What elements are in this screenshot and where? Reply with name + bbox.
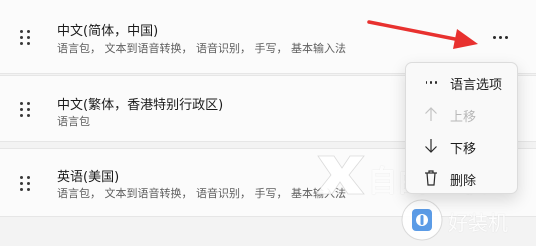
more-dots-icon bbox=[492, 35, 496, 39]
gamepad-logo-icon bbox=[401, 199, 443, 241]
language-context-menu: 语言选项 上移 下移 删除 bbox=[405, 62, 518, 194]
drag-handle-icon[interactable] bbox=[20, 102, 34, 118]
annotation-arrow-icon bbox=[367, 20, 478, 49]
menu-item-label: 删除 bbox=[450, 174, 477, 189]
arrow-down-icon bbox=[424, 138, 438, 154]
language-title: 中文(简体，中国) bbox=[57, 24, 159, 39]
watermark-text-secondary: 好装机 bbox=[448, 211, 508, 235]
language-features: 语言包， 文本到语音转换， 语音识别， 手写， 基本输入法 bbox=[57, 42, 346, 55]
menu-item-move-down[interactable]: 下移 bbox=[412, 131, 511, 161]
language-features: 语言包， 文本到语音转换， 语音识别， 手写， 基本输入法 bbox=[57, 187, 346, 200]
arrow-up-icon bbox=[424, 106, 438, 122]
menu-item-label: 上移 bbox=[450, 110, 477, 125]
more-options-button[interactable] bbox=[484, 23, 516, 51]
x-logo-icon bbox=[315, 155, 365, 195]
more-dots-icon bbox=[424, 74, 438, 90]
delete-icon bbox=[424, 170, 438, 186]
language-title: 英语(美国) bbox=[57, 170, 120, 185]
menu-item-delete[interactable]: 删除 bbox=[412, 163, 511, 193]
language-features: 语言包 bbox=[57, 115, 90, 128]
menu-item-label: 语言选项 bbox=[450, 78, 503, 93]
drag-handle-icon[interactable] bbox=[20, 30, 34, 46]
menu-item-language-options[interactable]: 语言选项 bbox=[412, 67, 511, 97]
watermark-logo-secondary: 好装机 bbox=[400, 198, 536, 242]
menu-item-label: 下移 bbox=[450, 142, 477, 157]
language-title: 中文(繁体，香港特别行政区) bbox=[57, 98, 224, 113]
drag-handle-icon[interactable] bbox=[20, 176, 34, 192]
menu-item-move-up[interactable]: 上移 bbox=[412, 99, 511, 129]
